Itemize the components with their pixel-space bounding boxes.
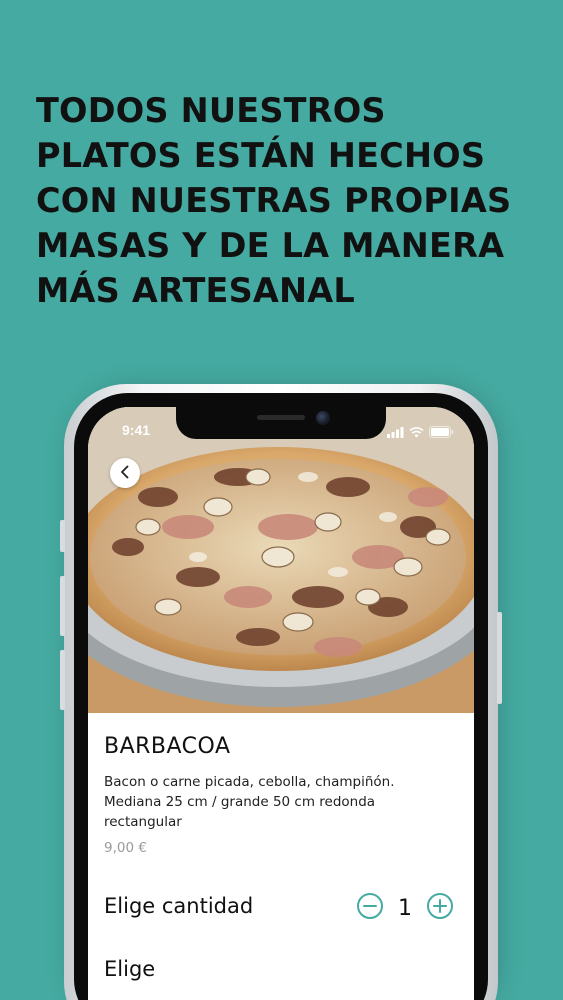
back-button[interactable] [110,458,140,488]
quantity-label: Elige cantidad [104,894,254,918]
phone-volume-down-button [60,650,65,710]
product-title: BARBACOA [104,734,231,759]
wifi-icon [409,423,424,442]
pizza-image [88,407,474,713]
quantity-stepper: 1 [356,892,454,924]
phone-power-button [497,612,502,704]
status-icons [387,423,454,442]
chevron-left-icon [119,464,131,483]
phone-screen: 9:41 BARBACOA Bacon o carne picada, cebo… [88,407,474,1000]
phone-volume-up-button [60,576,65,636]
headline-line: MÁS ARTESANAL [36,271,355,310]
status-time: 9:41 [122,422,151,438]
pizza-photo: 9:41 [88,407,474,713]
headline-line: MASAS Y DE LA MANERA [36,226,505,265]
phone-notch [176,407,386,439]
plus-circle-icon [426,892,454,924]
signal-icon [387,423,404,442]
decrease-quantity-button[interactable] [356,892,384,924]
increase-quantity-button[interactable] [426,892,454,924]
choose-option-label: Elige [104,957,156,981]
phone-speaker [257,415,305,420]
headline-line: PLATOS ESTÁN HECHOS [36,136,486,175]
headline-line: CON NUESTRAS PROPIAS [36,181,512,220]
battery-icon [429,423,454,442]
front-camera-icon [316,411,330,425]
quantity-value: 1 [398,895,412,921]
product-description: Bacon o carne picada, cebolla, champiñón… [104,774,395,830]
phone-silent-switch [60,520,65,552]
headline-line: TODOS NUESTROS [36,91,386,130]
product-price: 9,00 € [104,840,147,856]
minus-circle-icon [356,892,384,924]
product-details: BARBACOA Bacon o carne picada, cebolla, … [88,713,474,1000]
headline: TODOS NUESTROS PLATOS ESTÁN HECHOS CON N… [36,88,546,313]
